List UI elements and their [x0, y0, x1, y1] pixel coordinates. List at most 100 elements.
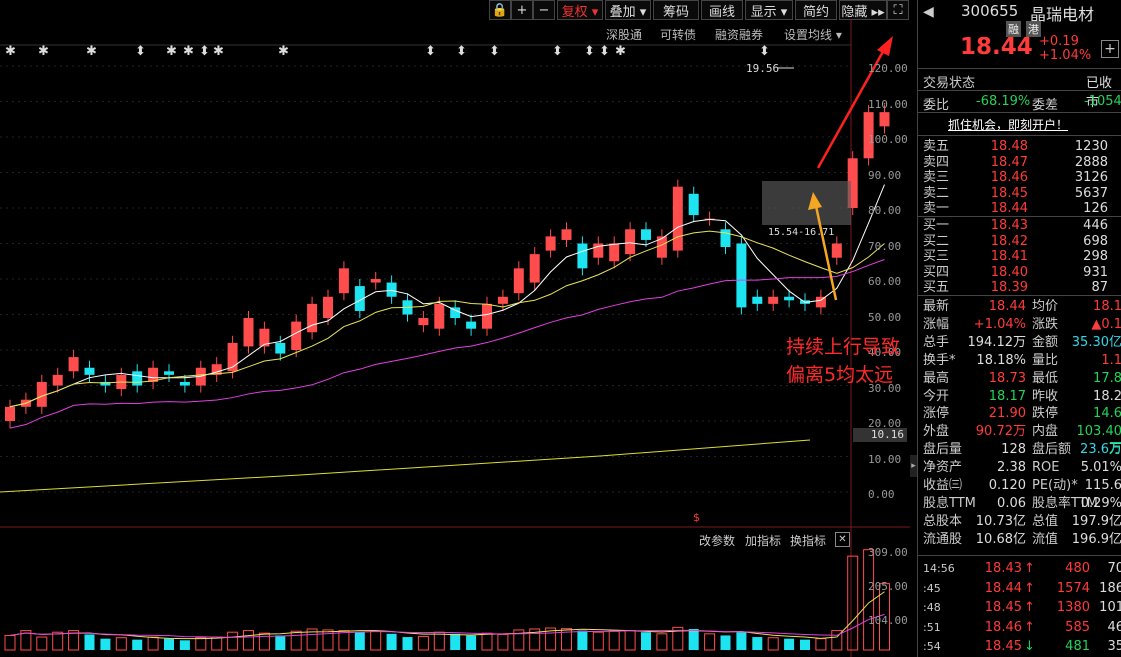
dividend-marker-icon[interactable]: $	[693, 511, 700, 524]
stat-row: 涨幅 +1.04% 涨跌 ▲0.1	[918, 316, 1121, 333]
event-marker-icon[interactable]: ⬍	[489, 44, 500, 59]
event-marker-icon[interactable]: ✱	[166, 44, 177, 59]
sell-price: 18.44	[990, 201, 1028, 216]
buy-price: 18.39	[990, 280, 1028, 295]
buy-row[interactable]: 买三 18.41 298	[918, 248, 1121, 265]
volume-bar	[815, 638, 827, 651]
add-watchlist-icon[interactable]: +	[1101, 40, 1119, 58]
volume-bar	[258, 632, 270, 651]
buy-row[interactable]: 买五 18.39 87	[918, 279, 1121, 296]
fuquan-button[interactable]: 复权 ▾	[557, 0, 603, 20]
price-axis-label: 100.00	[868, 133, 908, 146]
sell-label: 卖四	[923, 154, 950, 170]
tick-direction-icon: ↑	[1024, 619, 1035, 635]
tick-row: 14:56 18.43 ↑ 480 70	[918, 560, 1121, 577]
event-marker-icon[interactable]: ✱	[615, 44, 626, 59]
subnav-ma-settings[interactable]: 设置均线 ▾	[784, 26, 842, 43]
overlay-button[interactable]: 叠加 ▾	[605, 0, 651, 20]
event-marker-icon[interactable]: ⬍	[135, 44, 146, 59]
draw-line-button[interactable]: 画线	[701, 0, 743, 20]
event-marker-icon[interactable]: ✱	[183, 44, 194, 59]
chips-button[interactable]: 筹码	[653, 0, 699, 20]
candle-body	[497, 296, 508, 304]
stat-label: 今开	[923, 388, 950, 404]
kline-chart[interactable]	[0, 0, 910, 657]
volume-bar	[736, 632, 747, 650]
subnav-convertible[interactable]: 可转债	[660, 26, 696, 43]
candle-body	[418, 318, 429, 326]
event-marker-icon[interactable]: ✱	[86, 44, 97, 59]
close-pane-icon[interactable]: ✕	[835, 532, 850, 547]
tick-price: 18.43	[984, 561, 1022, 576]
edit-params-button[interactable]: 改参数	[699, 532, 735, 549]
kline-chart-area[interactable]: 🔒 + − 复权 ▾ 叠加 ▾ 筹码 画线 显示 ▾ 简约 隐藏 ▸▸ ⛶ 深股…	[0, 0, 917, 657]
change-indicator-button[interactable]: 换指标	[790, 532, 826, 549]
volume-bar	[115, 637, 127, 651]
event-marker-icon[interactable]: ✱	[213, 44, 224, 59]
buy-row[interactable]: 买一 18.43 446	[918, 217, 1121, 234]
stat-label: 昨收	[1032, 388, 1059, 404]
sell-row[interactable]: 卖二 18.45 5637	[918, 185, 1121, 202]
collapse-panel-handle[interactable]: ▸	[910, 455, 917, 477]
buy-price: 18.42	[990, 233, 1028, 249]
buy-label: 买五	[923, 280, 950, 295]
trade-status-label: 交易状态	[923, 76, 976, 91]
buy-row[interactable]: 买四 18.40 931	[918, 264, 1121, 281]
stat-value: 0.120	[988, 478, 1026, 493]
display-button[interactable]: 显示 ▾	[745, 0, 793, 20]
tick-direction-icon: ↑	[1024, 600, 1035, 615]
event-marker-icon[interactable]: ✱	[38, 44, 49, 59]
ma60-line	[0, 439, 811, 493]
volume-bar	[624, 630, 636, 651]
tick-volume: 1574	[1056, 580, 1090, 596]
event-marker-icon[interactable]: ⬍	[425, 44, 436, 59]
candle-body	[307, 303, 318, 333]
event-marker-icon[interactable]: ⬍	[759, 44, 770, 59]
zoom-out-button[interactable]: −	[533, 0, 555, 20]
box-range-label: 15.54-16.71	[768, 227, 835, 238]
tick-row: :54 18.45 ↓ 481 35	[918, 638, 1121, 655]
subnav-hk-connect[interactable]: 深股通	[606, 26, 642, 43]
event-marker-icon[interactable]: ⬍	[456, 44, 467, 59]
event-marker-icon[interactable]: ✱	[278, 44, 289, 59]
event-marker-icon[interactable]: ✱	[5, 44, 16, 59]
sell-row[interactable]: 卖五 18.48 1230	[918, 138, 1121, 155]
stat-row: 总股本 10.73亿 总值 197.9亿	[918, 513, 1121, 530]
candle-body	[879, 112, 890, 127]
tick-volume: 481	[1065, 639, 1090, 654]
stat-value: 5.01%	[1080, 460, 1121, 476]
sell-row[interactable]: 卖三 18.46 3126	[918, 169, 1121, 186]
sell-row[interactable]: 卖一 18.44 126	[918, 200, 1121, 217]
stat-row: 股息TTM 0.06 股息率TTM 0.29%	[918, 495, 1121, 512]
annotation-line-1: 持续上行导致	[786, 336, 901, 358]
volume-bar	[179, 640, 190, 650]
event-marker-icon[interactable]: ⬍	[199, 44, 210, 59]
stat-label: 换手*	[923, 352, 956, 368]
hide-button[interactable]: 隐藏 ▸▸	[839, 0, 887, 20]
candle-body	[815, 296, 826, 308]
prev-stock-icon[interactable]: ◀	[923, 4, 934, 20]
fullscreen-icon[interactable]: ⛶	[887, 0, 909, 20]
simple-button[interactable]: 简约	[795, 0, 837, 20]
price-axis-label: 110.00	[868, 97, 908, 111]
candle-body	[768, 296, 779, 304]
zoom-in-button[interactable]: +	[511, 0, 533, 20]
buy-row[interactable]: 买二 18.42 698	[918, 233, 1121, 250]
volume-bar	[784, 638, 795, 650]
tick-extra: 101	[1099, 600, 1121, 615]
candle-body	[529, 254, 540, 283]
lock-icon[interactable]: 🔒	[489, 0, 511, 20]
open-account-link[interactable]: 抓住机会，即刻开户！	[948, 116, 1068, 133]
sell-price: 18.46	[990, 170, 1028, 185]
candle-body	[672, 186, 683, 251]
sell-row[interactable]: 卖四 18.47 2888	[918, 154, 1121, 171]
event-marker-icon[interactable]: ⬍	[599, 44, 610, 59]
add-indicator-button[interactable]: 加指标	[745, 532, 781, 549]
stat-value: 1.1	[1101, 352, 1121, 368]
weicha-label: 委差	[1032, 98, 1059, 113]
event-marker-icon[interactable]: ⬍	[584, 44, 595, 59]
candle-body	[179, 381, 190, 386]
event-marker-icon[interactable]: ⬍	[552, 44, 563, 59]
volume-bar	[497, 633, 509, 651]
subnav-margin[interactable]: 融资融券	[715, 26, 763, 43]
